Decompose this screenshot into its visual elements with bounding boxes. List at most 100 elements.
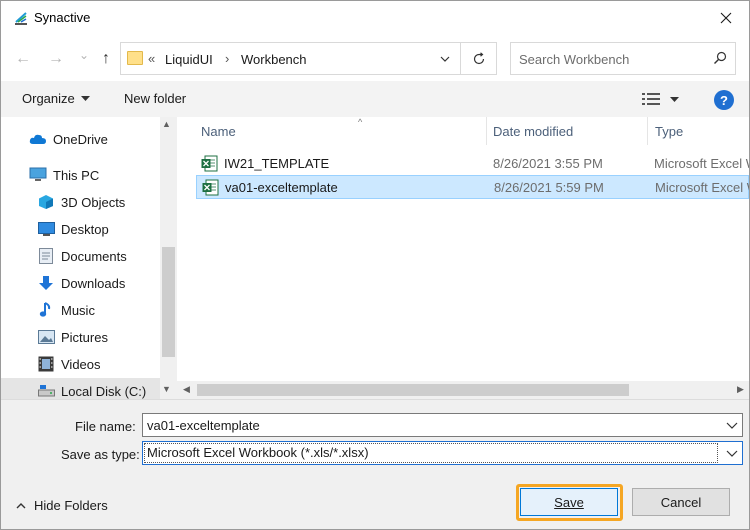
file-name-combobox	[142, 413, 743, 437]
refresh-button[interactable]	[460, 43, 497, 74]
window-title: Synactive	[34, 10, 91, 25]
column-header-label: Type	[655, 123, 684, 139]
file-type: Microsoft Excel W	[655, 180, 749, 195]
search-input[interactable]	[519, 50, 709, 68]
command-toolbar: Organize New folder ?	[1, 81, 749, 117]
forward-button[interactable]: →	[44, 47, 68, 71]
column-header-name[interactable]: Name ^	[201, 117, 486, 145]
up-button[interactable]: ↑	[94, 47, 118, 71]
3d-objects-icon	[37, 193, 55, 211]
search-icon[interactable]	[713, 51, 727, 65]
file-list: Name ^ Date modified Type IW21_TEMPLATE …	[177, 117, 749, 399]
nav-item-label: Documents	[61, 248, 127, 264]
column-header-label: Name	[201, 123, 236, 139]
scroll-up-icon[interactable]: ▲	[162, 119, 171, 129]
hide-folders-label: Hide Folders	[34, 498, 108, 513]
close-button[interactable]	[703, 1, 749, 35]
close-icon	[720, 12, 732, 24]
column-divider[interactable]	[647, 117, 648, 145]
file-row[interactable]: IW21_TEMPLATE 8/26/2021 3:55 PM Microsof…	[196, 152, 749, 176]
scroll-down-icon[interactable]: ▼	[162, 384, 171, 394]
synactive-logo-icon	[15, 12, 27, 25]
disk-icon	[37, 382, 55, 399]
folder-icon	[127, 51, 143, 65]
file-name: IW21_TEMPLATE	[224, 156, 330, 171]
pictures-icon	[37, 328, 55, 346]
breadcrumb-overflow[interactable]: «	[148, 51, 155, 66]
caret-down-icon	[80, 96, 90, 101]
new-folder-button[interactable]: New folder	[124, 91, 186, 106]
save-dialog: Synactive ← → ⌄ ↑ « LiquidUI › Workbench	[0, 0, 750, 530]
back-button[interactable]: ←	[11, 47, 35, 71]
navigation-pane-scrollbar[interactable]: ▲ ▼	[160, 117, 177, 399]
scrollbar-thumb[interactable]	[162, 247, 175, 357]
address-bar[interactable]: « LiquidUI › Workbench	[120, 42, 497, 75]
column-header-type[interactable]: Type	[655, 117, 749, 145]
desktop-icon	[37, 220, 55, 238]
documents-icon	[37, 247, 55, 265]
nav-item-local-disk[interactable]: Local Disk (C:)	[1, 378, 160, 399]
cancel-label: Cancel	[660, 494, 702, 510]
chevron-down-icon: ⌄	[78, 48, 90, 62]
recent-locations-button[interactable]: ⌄	[72, 43, 96, 67]
computer-icon	[29, 166, 47, 184]
up-arrow-icon: ↑	[102, 50, 110, 67]
nav-item-label: Music	[61, 302, 95, 318]
nav-item-label: Pictures	[61, 329, 108, 345]
navigation-pane: OneDrive This PC 3D Objects Desktop Docu…	[1, 117, 177, 399]
onedrive-icon	[29, 130, 47, 148]
caret-down-icon	[670, 96, 679, 102]
scroll-right-icon[interactable]: ▶	[737, 384, 744, 395]
breadcrumb-liquidui[interactable]: LiquidUI	[165, 52, 213, 67]
cancel-button[interactable]: Cancel	[632, 488, 730, 516]
music-icon	[37, 301, 55, 319]
sort-ascending-icon: ^	[358, 117, 363, 127]
file-name-label: File name:	[75, 419, 136, 434]
nav-item-label: Local Disk (C:)	[61, 383, 147, 399]
file-list-scrollbar[interactable]: ◀ ▶	[177, 381, 749, 399]
save-button-highlight	[516, 484, 623, 521]
nav-item-desktop[interactable]: Desktop	[1, 216, 160, 242]
save-type-select[interactable]: Microsoft Excel Workbook (*.xls/*.xlsx)	[142, 441, 743, 465]
help-button[interactable]: ?	[714, 90, 734, 110]
scrollbar-thumb[interactable]	[197, 384, 629, 396]
change-view-button[interactable]	[642, 90, 686, 108]
nav-item-3d-objects[interactable]: 3D Objects	[1, 189, 160, 215]
search-box	[510, 42, 736, 75]
details-view-icon	[642, 93, 660, 105]
navigation-bar: ← → ⌄ ↑ « LiquidUI › Workbench	[1, 39, 749, 77]
nav-item-onedrive[interactable]: OneDrive	[1, 126, 160, 152]
nav-item-pictures[interactable]: Pictures	[1, 324, 160, 350]
scroll-left-icon[interactable]: ◀	[183, 384, 190, 395]
nav-item-label: Desktop	[61, 221, 109, 237]
nav-item-label: Downloads	[61, 275, 126, 291]
address-dropdown[interactable]	[430, 43, 460, 74]
nav-item-label: OneDrive	[53, 131, 108, 147]
chevron-down-icon[interactable]	[726, 446, 738, 460]
help-icon: ?	[720, 92, 728, 108]
chevron-down-icon	[440, 56, 450, 62]
chevron-down-icon[interactable]	[726, 418, 738, 432]
nav-item-music[interactable]: Music	[1, 297, 160, 323]
nav-item-videos[interactable]: Videos	[1, 351, 160, 377]
breadcrumb-workbench[interactable]: Workbench	[241, 52, 307, 67]
file-date: 8/26/2021 5:59 PM	[494, 180, 604, 195]
column-divider[interactable]	[486, 117, 487, 145]
save-type-value: Microsoft Excel Workbook (*.xls/*.xlsx)	[147, 445, 369, 460]
back-arrow-icon: ←	[15, 50, 31, 67]
file-row[interactable]: va01-exceltemplate 8/26/2021 5:59 PM Mic…	[196, 175, 749, 199]
organize-button[interactable]: Organize	[22, 91, 90, 106]
nav-item-downloads[interactable]: Downloads	[1, 270, 160, 296]
hide-folders-button[interactable]: Hide Folders	[16, 498, 108, 513]
column-header-date[interactable]: Date modified	[493, 117, 647, 145]
column-header-label: Date modified	[493, 123, 574, 139]
nav-item-this-pc[interactable]: This PC	[1, 162, 160, 188]
save-options-panel: File name: Save as type: Microsoft Excel…	[1, 399, 749, 529]
organize-label: Organize	[22, 91, 75, 106]
file-name-input[interactable]	[147, 417, 707, 434]
title-bar: Synactive	[1, 1, 749, 35]
save-type-label: Save as type:	[61, 447, 140, 462]
nav-item-label: Videos	[61, 356, 101, 372]
nav-item-documents[interactable]: Documents	[1, 243, 160, 269]
file-date: 8/26/2021 3:55 PM	[493, 156, 603, 171]
